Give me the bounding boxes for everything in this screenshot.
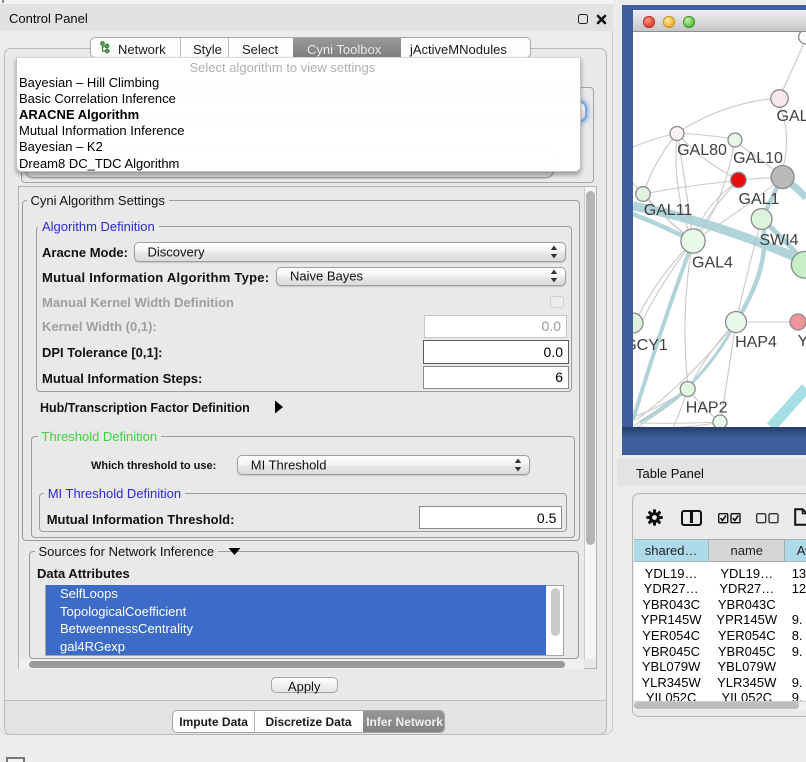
svg-text:GAL11: GAL11 [644,202,693,219]
svg-text:HAP2: HAP2 [686,400,728,417]
svg-text:GAL2: GAL2 [777,108,806,125]
svg-text:GAL80: GAL80 [677,142,727,159]
svg-text:GAL4: GAL4 [692,255,733,272]
svg-text:GAL10: GAL10 [733,150,783,167]
svg-text:SWI4: SWI4 [759,232,798,249]
svg-text:GCY1: GCY1 [633,337,668,354]
svg-text:Y: Y [798,333,806,350]
svg-text:HAP4: HAP4 [735,334,777,351]
svg-text:GAL1: GAL1 [739,191,780,208]
